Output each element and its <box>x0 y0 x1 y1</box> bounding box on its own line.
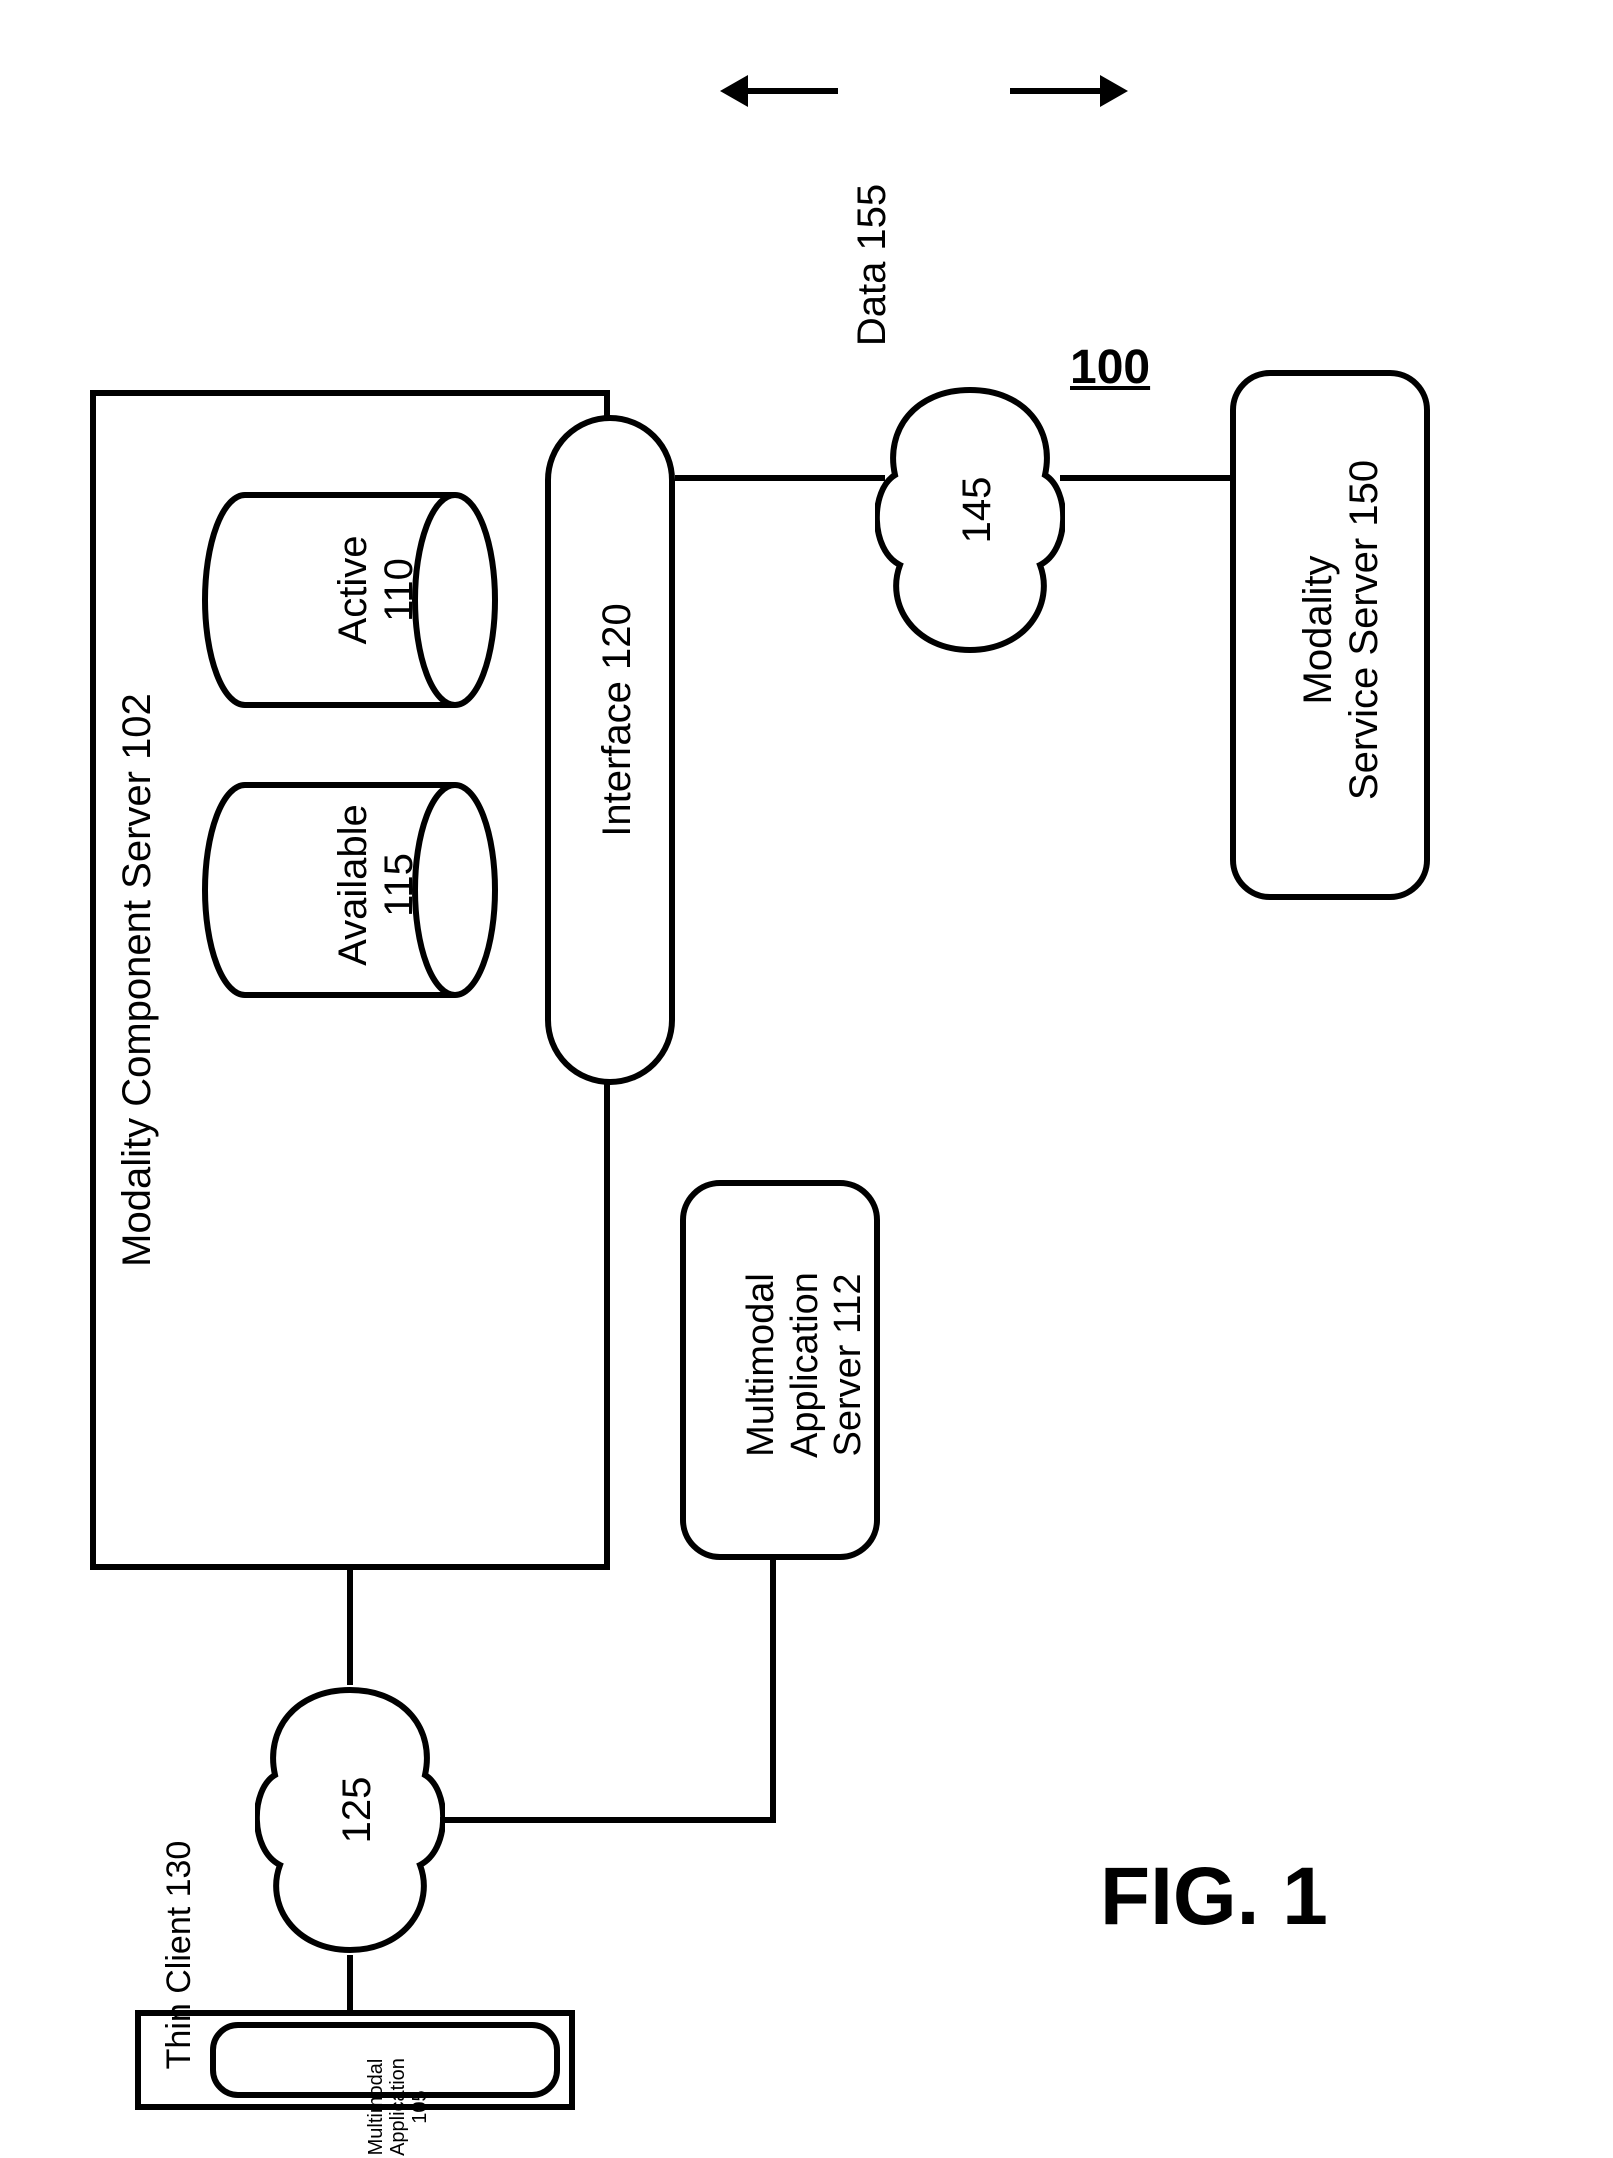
arrow-right-line <box>1010 88 1100 94</box>
thin-client-app-label-h-span: Multimodal Application 105 <box>365 2058 431 2156</box>
conn-cloud125-mas-v <box>770 1560 776 1823</box>
conn-server-cloud125 <box>347 1570 353 1685</box>
available-db-text-span: Available 115 <box>331 804 421 966</box>
conn-cloud125-thinclient <box>347 1955 353 2015</box>
data-155-text: Data 155 <box>850 150 895 380</box>
thin-client-app-label-h: Multimodal Application 105 <box>225 2038 545 2158</box>
figure-number-text-v2: 100 <box>1070 341 1150 394</box>
arrow-left <box>720 75 748 107</box>
interface-text: Interface 120 <box>595 420 640 1020</box>
conn-interface-cloud145 <box>675 475 885 481</box>
active-db-text-span: Active 110 <box>331 536 421 645</box>
figure-number-v2: 100 <box>1070 340 1150 395</box>
mas-text-span: Multimodal Application Server 112 <box>740 1272 869 1458</box>
mcs-label-text: Modality Component Server 102 <box>115 693 159 1267</box>
cloud-145-text-span: 145 <box>955 477 999 544</box>
diagram-canvas-v2: 100 FIG. 1 Modality Component Server 102… <box>0 0 1613 2117</box>
mas-text: Multimodal Application Server 112 <box>740 1190 871 1540</box>
mss-text-span: Modality Service Server 150 <box>1296 460 1386 800</box>
cloud-125-text: 125 <box>335 1750 380 1870</box>
arrow-right <box>1100 75 1128 107</box>
available-db-text: Available 115 <box>330 785 422 985</box>
mcs-label: Modality Component Server 102 <box>115 405 160 1555</box>
active-db-text: Active 110 <box>330 500 422 680</box>
arrow-left-line <box>748 88 838 94</box>
figure-label-text-v2: FIG. 1 <box>1100 1851 1328 1942</box>
cloud-145-text: 145 <box>955 450 1000 570</box>
data-155-text-span: Data 155 <box>850 184 894 346</box>
figure-label-v2: FIG. 1 <box>1100 1850 1328 1944</box>
conn-cloud145-mss <box>1060 475 1230 481</box>
thin-client-label-text-v2: Thin Client 130 <box>160 1841 198 2070</box>
mss-text: Modality Service Server 150 <box>1295 390 1387 870</box>
interface-text-span: Interface 120 <box>595 603 639 837</box>
thin-client-label-v2: Thin Client 130 <box>160 1805 199 2105</box>
conn-cloud125-mas-h <box>440 1817 770 1823</box>
cloud-125-text-span: 125 <box>335 1777 379 1844</box>
